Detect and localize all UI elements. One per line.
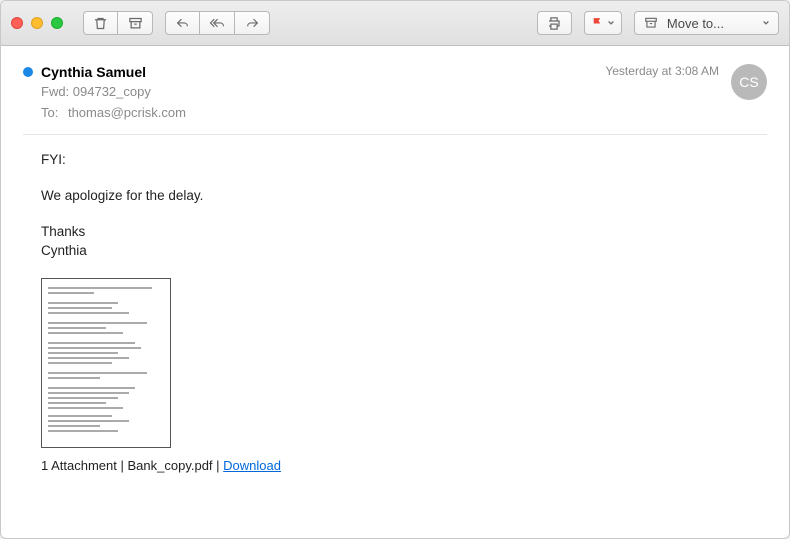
reply-all-button[interactable] (200, 11, 235, 35)
print-button[interactable] (537, 11, 572, 35)
window-controls (11, 17, 63, 29)
download-link[interactable]: Download (223, 458, 281, 473)
header-divider (23, 134, 767, 135)
timestamp: Yesterday at 3:08 AM (605, 64, 719, 78)
flag-button[interactable] (584, 11, 622, 35)
minimize-window-button[interactable] (31, 17, 43, 29)
move-to-label: Move to... (667, 16, 724, 31)
close-window-button[interactable] (11, 17, 23, 29)
to-value: thomas@pcrisk.com (68, 105, 186, 120)
attachment-filename: Bank_copy.pdf (128, 458, 213, 473)
move-to-button[interactable]: Move to... (634, 11, 779, 35)
unread-indicator (23, 67, 33, 77)
body-line-2: We apologize for the delay. (41, 187, 767, 205)
attachment-section: 1 Attachment | Bank_copy.pdf | Download (41, 278, 767, 473)
email-subject: Fwd: 094732_copy (41, 84, 605, 99)
forward-button[interactable] (235, 11, 270, 35)
sender-name: Cynthia Samuel (41, 64, 146, 80)
delete-button[interactable] (83, 11, 118, 35)
email-header: Cynthia Samuel Fwd: 094732_copy To: thom… (23, 64, 767, 120)
email-content: Cynthia Samuel Fwd: 094732_copy To: thom… (1, 46, 789, 538)
archive-button[interactable] (118, 11, 153, 35)
delete-archive-group (83, 11, 153, 35)
maximize-window-button[interactable] (51, 17, 63, 29)
reply-group (165, 11, 270, 35)
body-line-1: FYI: (41, 151, 767, 169)
to-line: To: thomas@pcrisk.com (41, 105, 605, 120)
to-label: To: (41, 105, 58, 120)
titlebar: Move to... (1, 1, 789, 46)
attachment-info: 1 Attachment | Bank_copy.pdf | Download (41, 458, 767, 473)
attachment-count: 1 Attachment (41, 458, 117, 473)
reply-button[interactable] (165, 11, 200, 35)
body-signoff-1: Thanks (41, 223, 767, 241)
attachment-thumbnail[interactable] (41, 278, 171, 448)
body-signoff-2: Cynthia (41, 242, 767, 260)
avatar: CS (731, 64, 767, 100)
mail-window: Move to... Cynthia Samuel Fwd: 094732_co… (0, 0, 790, 539)
email-body: FYI: We apologize for the delay. Thanks … (41, 151, 767, 260)
